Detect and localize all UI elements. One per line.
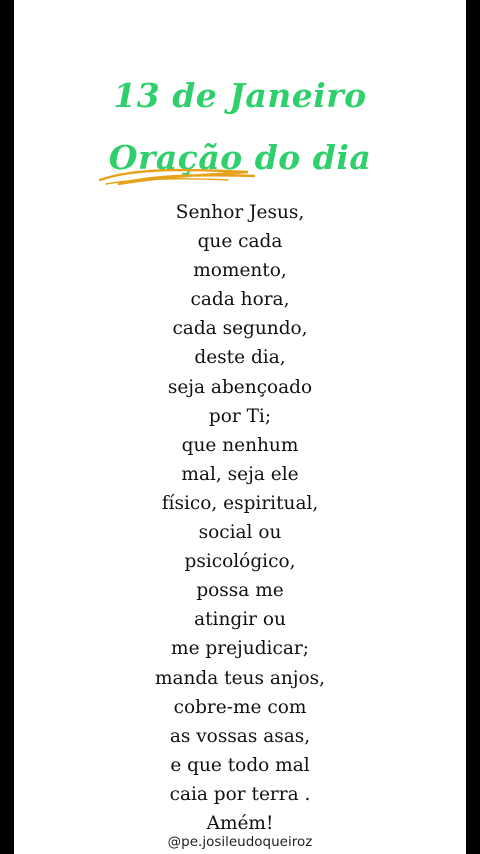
prayer-line: momento, <box>193 260 287 282</box>
prayer-line: cada segundo, <box>172 318 308 340</box>
prayer-line: que nenhum <box>181 434 299 456</box>
prayer-text: Senhor Jesus, que cada momento, cada hora, c… <box>14 198 466 838</box>
prayer-line: caia por terra . <box>169 783 311 805</box>
prayer-line: por Ti; <box>208 405 272 427</box>
date-title: 13 de Janeiro <box>113 76 367 115</box>
prayer-line: cobre-me com <box>173 696 307 718</box>
swash-icon <box>98 168 256 186</box>
prayer-line: possa me <box>196 580 284 602</box>
prayer-line: seja abençoado <box>167 376 313 398</box>
prayer-line: Senhor Jesus, <box>175 202 305 223</box>
author-handle: @pe.josileudoqueiroz <box>167 834 313 850</box>
prayer-line: e que todo mal <box>170 754 310 776</box>
prayer-line: deste dia, <box>194 347 286 369</box>
prayer-line: psicológico, <box>184 551 296 573</box>
prayer-line: atingir ou <box>194 609 286 631</box>
prayer-card: 13 de Janeiro Oração do dia Senhor Jesus… <box>14 0 466 854</box>
prayer-line: manda teus anjos, <box>154 667 326 689</box>
prayer-line: que cada <box>197 231 283 253</box>
prayer-line: físico, espiritual, <box>161 492 319 514</box>
prayer-line: me prejudicar; <box>171 638 309 660</box>
prayer-line: cada hora, <box>190 289 290 311</box>
prayer-line: as vossas asas, <box>169 725 311 747</box>
prayer-line: social ou <box>198 522 282 544</box>
prayer-line: mal, seja ele <box>181 463 299 485</box>
